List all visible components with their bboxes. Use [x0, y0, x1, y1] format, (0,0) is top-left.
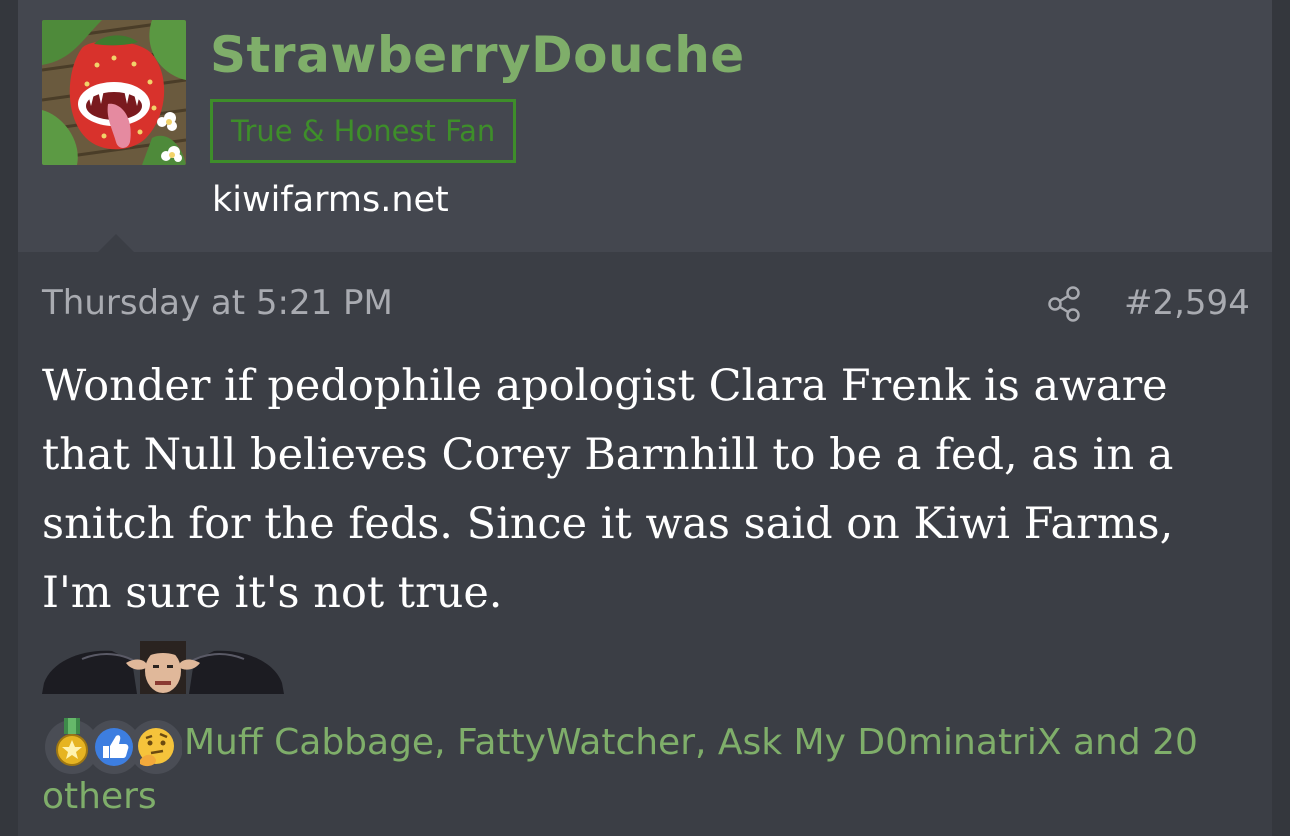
reaction-users-more[interactable]: others: [42, 776, 157, 817]
reaction-icons[interactable]: [42, 716, 183, 774]
post-timestamp[interactable]: Thursday at 5:21 PM: [42, 283, 393, 323]
reaction-users[interactable]: Muff Cabbage, FattyWatcher, Ask My D0min…: [184, 722, 1198, 763]
avatar[interactable]: [42, 20, 186, 165]
user-header: StrawberryDouche True & Honest Fan kiwif…: [18, 0, 1272, 252]
page-gutter-right: [1272, 0, 1290, 836]
username[interactable]: StrawberryDouche: [210, 26, 745, 84]
user-site: kiwifarms.net: [212, 180, 449, 220]
post-body: Wonder if pedophile apologist Clara Fren…: [42, 361, 1174, 618]
post-number-link[interactable]: #2,594: [1124, 283, 1250, 323]
header-pointer: [98, 234, 134, 252]
forum-post: StrawberryDouche True & Honest Fan kiwif…: [18, 0, 1272, 836]
share-icon[interactable]: [1046, 285, 1082, 323]
hands-on-head-emote-icon: [42, 641, 284, 694]
user-title-badge: True & Honest Fan: [210, 99, 517, 163]
page-gutter-left: [0, 0, 18, 836]
thumbs-up-icon: [95, 728, 133, 766]
strawberry-monster-avatar-icon: [42, 20, 186, 165]
